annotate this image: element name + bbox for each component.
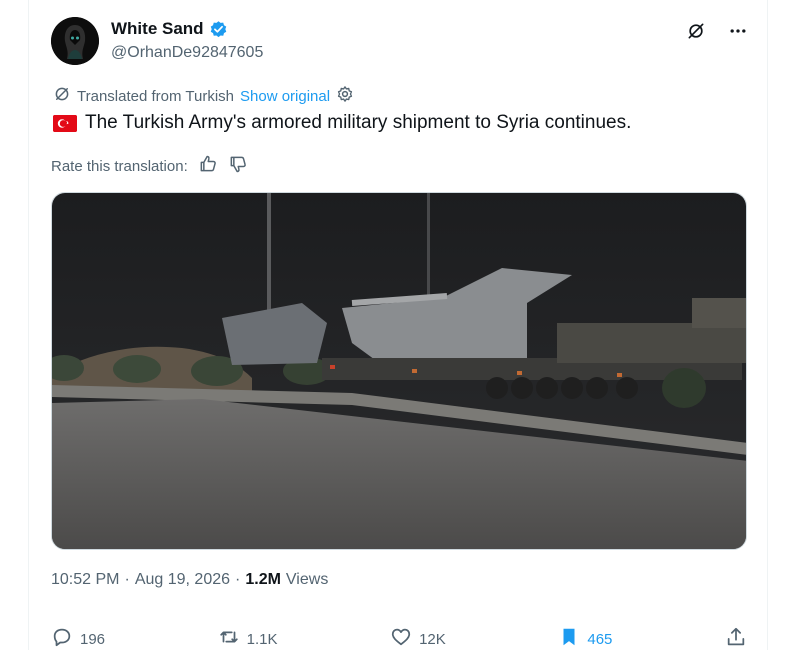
meta-separator: · [235, 571, 241, 588]
like-button[interactable]: 12K [390, 626, 446, 650]
translate-icon [53, 85, 71, 107]
show-original-link[interactable]: Show original [240, 88, 330, 105]
translation-note: Translated from Turkish [77, 87, 234, 105]
translation-notice: Translated from Turkish Show original [53, 85, 354, 107]
more-options-icon[interactable] [727, 20, 749, 42]
tweet-text: The Turkish Army's armored military ship… [53, 112, 631, 134]
thumbs-down-icon[interactable] [228, 154, 248, 178]
rate-translation-label: Rate this translation: [51, 157, 188, 175]
verified-badge-icon [209, 20, 228, 39]
repost-icon [218, 626, 240, 650]
tweet-card: White Sand @OrhanDe92847605 Translated f… [28, 0, 768, 650]
post-date[interactable]: Aug 19, 2026 [135, 571, 230, 589]
share-icon [725, 626, 747, 650]
repost-button[interactable]: 1.1K [218, 626, 278, 650]
display-name[interactable]: White Sand [111, 19, 204, 39]
views-label: Views [285, 571, 329, 588]
post-time[interactable]: 10:52 PM [51, 571, 119, 589]
tweet-body: The Turkish Army's armored military ship… [85, 112, 632, 133]
views-count: 1.2M [245, 571, 281, 588]
reply-count: 196 [80, 630, 106, 648]
reply-icon [51, 626, 73, 650]
share-button[interactable] [725, 626, 747, 650]
tweet-video-thumbnail[interactable] [51, 192, 747, 550]
heart-icon [390, 626, 412, 650]
turkey-flag-icon [53, 114, 77, 132]
grok-icon[interactable] [685, 20, 707, 42]
author-name-row: White Sand [111, 19, 228, 39]
bookmark-button[interactable]: 465 [558, 626, 612, 650]
bookmark-icon [558, 626, 580, 650]
meta-separator: · [124, 571, 130, 588]
thumbs-up-icon[interactable] [198, 154, 218, 178]
top-actions [685, 20, 749, 42]
rate-translation: Rate this translation: [51, 154, 248, 178]
translation-settings-icon[interactable] [336, 85, 354, 107]
author-handle[interactable]: @OrhanDe92847605 [111, 44, 263, 62]
bookmark-count: 465 [587, 630, 613, 648]
tweet-actions: 196 1.1K 12K 465 [51, 626, 747, 650]
tweet-metadata: 10:52 PM · Aug 19, 2026 · 1.2M Views [51, 571, 328, 589]
like-count: 12K [419, 630, 446, 648]
avatar[interactable] [51, 17, 99, 65]
repost-count: 1.1K [246, 630, 278, 648]
reply-button[interactable]: 196 [51, 626, 105, 650]
